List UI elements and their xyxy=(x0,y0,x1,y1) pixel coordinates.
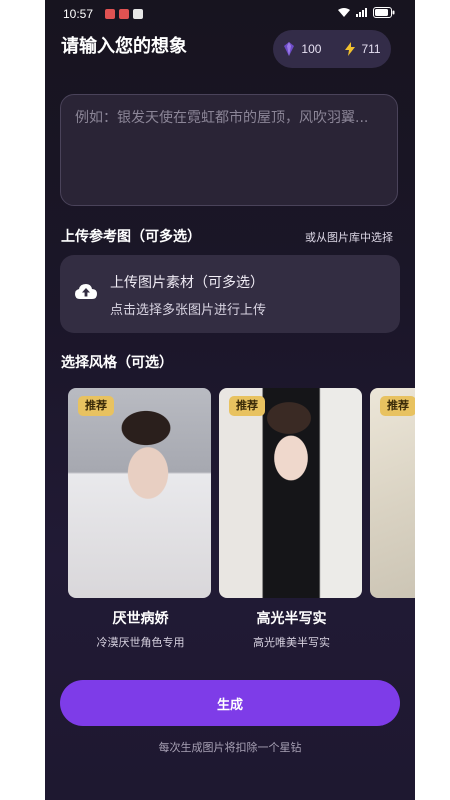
status-icons xyxy=(337,7,395,18)
status-bar: 10:57 xyxy=(45,0,415,28)
style-description: 高光唯美半写实 xyxy=(253,636,330,649)
upload-card[interactable]: 上传图片素材（可多选） 点击选择多张图片进行上传 xyxy=(60,255,400,333)
recommend-badge: 推荐 xyxy=(229,396,265,416)
style-card[interactable]: 推荐 厌世病娇 冷漠厌世角色专用 xyxy=(68,388,213,650)
wifi-icon xyxy=(338,8,350,17)
notification-icon xyxy=(119,9,129,19)
style-preview-image: 推荐 xyxy=(219,388,362,598)
notification-icon xyxy=(105,9,115,19)
balance-pill[interactable]: 100 711 xyxy=(273,30,391,68)
style-name: 厌世病娇 xyxy=(112,611,169,627)
style-preview-image: 推荐 xyxy=(68,388,211,598)
gallery-link[interactable]: 或从图片库中选择 xyxy=(305,229,393,245)
signal-icon xyxy=(356,8,367,17)
recommend-badge: 推荐 xyxy=(380,396,415,416)
cloud-upload-icon xyxy=(75,284,97,299)
gem-count: 100 xyxy=(301,42,322,56)
battery-icon xyxy=(373,7,395,18)
generate-button[interactable]: 生成 xyxy=(60,680,400,726)
energy-count: 711 xyxy=(361,42,381,56)
page-title: 请输入您的想象 xyxy=(61,36,187,57)
prompt-input[interactable]: 例如：银发天使在霓虹都市的屋顶，风吹羽翼... xyxy=(60,94,398,206)
status-time: 10:57 xyxy=(63,7,94,21)
app-screen: 10:57 请输入您的想象 100 711 例如：银发天使在霓虹都市的屋顶，风吹… xyxy=(45,0,415,800)
style-description: 冷漠厌世角色专用 xyxy=(96,636,185,649)
recommend-badge: 推荐 xyxy=(78,396,114,416)
reference-section-label: 上传参考图（可多选） xyxy=(61,229,201,245)
upload-title: 上传图片素材（可多选） xyxy=(110,275,264,291)
style-section-label: 选择风格（可选） xyxy=(61,355,173,371)
style-preview-image: 推荐 xyxy=(370,388,415,598)
prompt-placeholder: 例如：银发天使在霓虹都市的屋顶，风吹羽翼... xyxy=(75,110,369,126)
upload-subtitle: 点击选择多张图片进行上传 xyxy=(110,303,267,318)
style-card[interactable]: 推荐 高光半写实 高光唯美半写实 xyxy=(219,388,364,650)
notification-icon xyxy=(133,9,143,19)
gem-icon xyxy=(284,42,295,56)
cost-note: 每次生成图片将扣除一个星钻 xyxy=(158,741,302,754)
lightning-icon xyxy=(345,42,356,56)
style-card[interactable]: 推荐 xyxy=(370,388,415,608)
style-name: 高光半写实 xyxy=(256,611,327,627)
